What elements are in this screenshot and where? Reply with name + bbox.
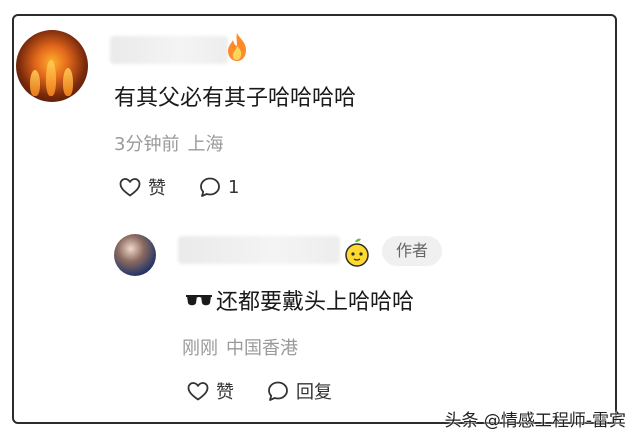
like-button[interactable]: 赞 [118, 173, 166, 201]
reply-like-label: 赞 [216, 382, 234, 403]
comment-count: 1 [228, 176, 240, 198]
speech-bubble-icon [200, 177, 220, 197]
commenter-avatar[interactable] [16, 30, 88, 102]
heart-outline-icon [187, 382, 209, 401]
reply-like-button[interactable]: 赞 [186, 377, 234, 405]
comment-time: 3分钟前 [114, 134, 180, 155]
comment-location: 上海 [187, 134, 224, 155]
reply-meta: 刚刚 中国香港 [182, 334, 298, 360]
author-tag: 作者 [382, 236, 442, 266]
reply-location: 中国香港 [226, 338, 298, 359]
comment-text: 有其父必有其子哈哈哈哈 [114, 86, 357, 111]
lemon-icon [345, 238, 369, 267]
heart-outline-icon [119, 178, 141, 197]
reply-time: 刚刚 [182, 338, 218, 359]
reply-text: 还都要戴头上哈哈哈 [216, 290, 415, 315]
fire-icon [228, 33, 246, 61]
author-name-blurred[interactable] [178, 236, 340, 264]
comment-meta: 3分钟前 上海 [114, 130, 223, 156]
reply-button[interactable]: 回复 [266, 377, 332, 405]
commenter-name-blurred[interactable] [110, 36, 228, 64]
author-avatar[interactable] [114, 234, 156, 276]
comment-count-button[interactable]: 1 [198, 173, 239, 201]
watermark: 头条 @情感工程师-雷宾 [444, 411, 626, 431]
reply-label: 回复 [296, 382, 332, 403]
speech-bubble-icon [268, 381, 288, 401]
like-label: 赞 [148, 178, 166, 199]
comment-card [12, 14, 617, 424]
sunglasses-icon [186, 295, 212, 306]
